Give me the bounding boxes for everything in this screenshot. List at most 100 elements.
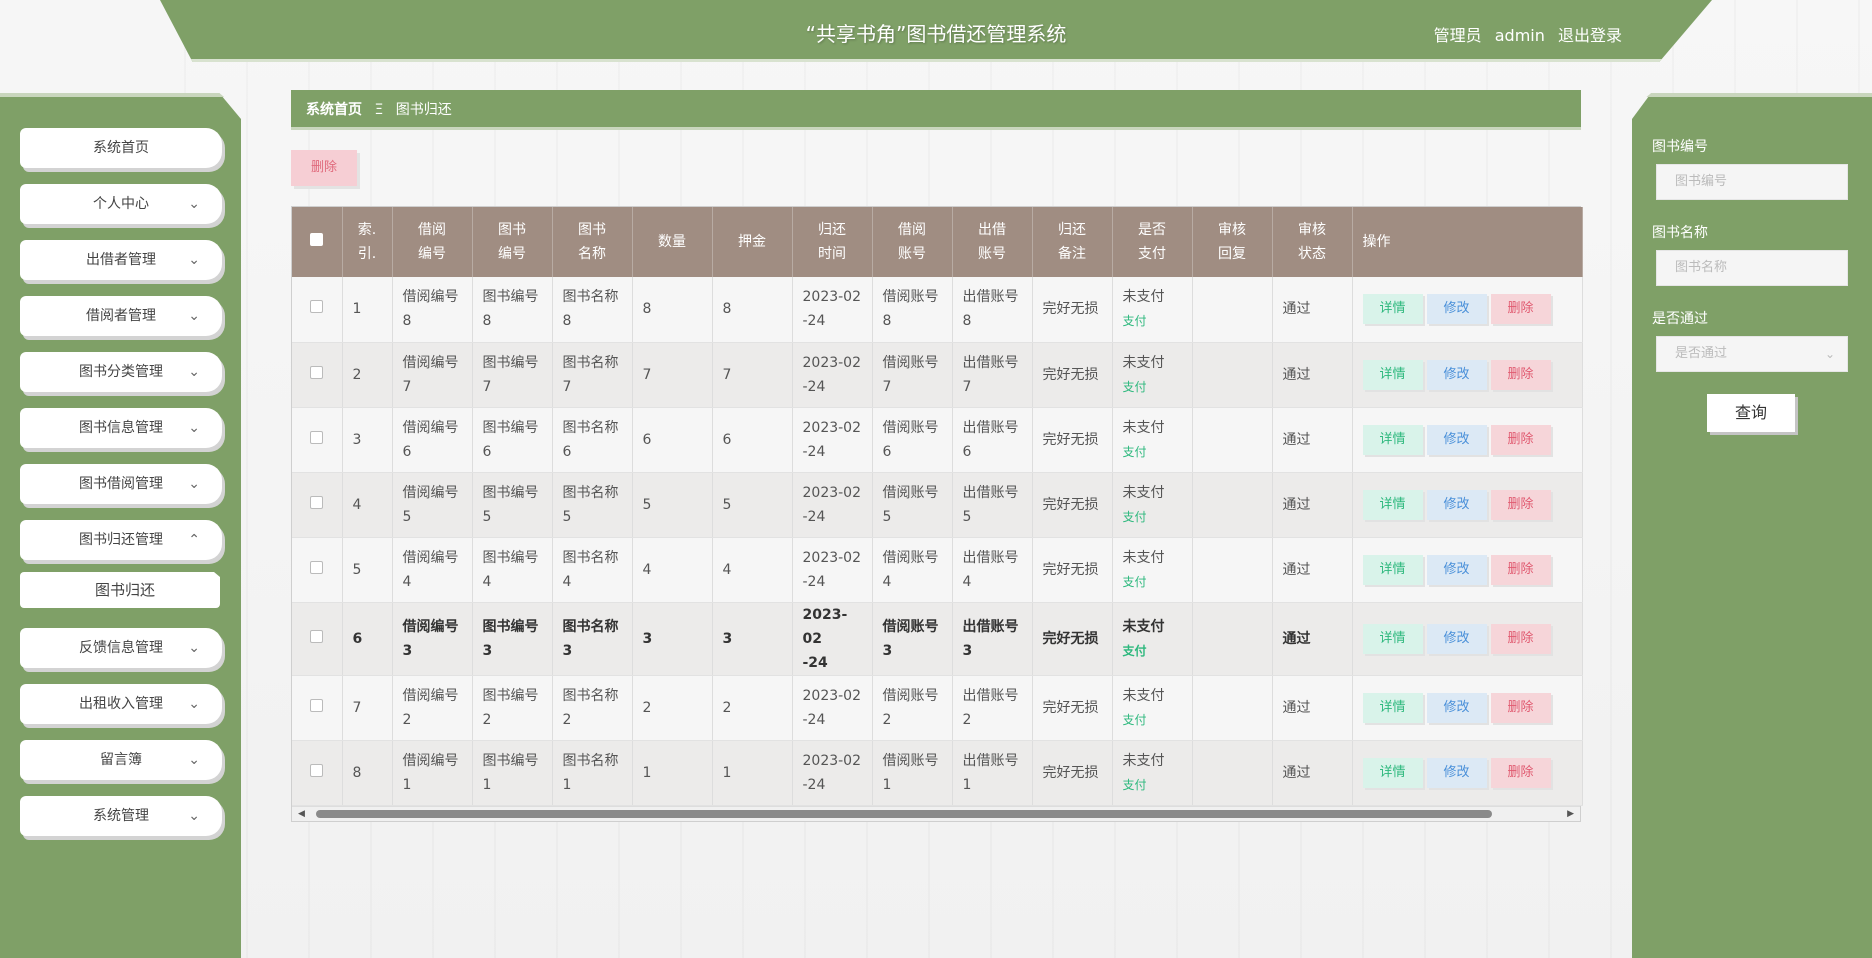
pay-link[interactable]: 支付 [1123, 375, 1182, 399]
sidebar-subitem-book-return[interactable]: 图书归还 [20, 572, 220, 608]
table-cell: 完好无损 [1032, 277, 1113, 343]
edit-button[interactable]: 修改 [1426, 424, 1487, 455]
sidebar-item-system[interactable]: 系统管理 ⌄ [20, 796, 222, 836]
detail-button[interactable]: 详情 [1362, 757, 1423, 788]
row-checkbox-cell[interactable] [292, 537, 343, 603]
table-row: 6 借阅编号 3 图书编号 3 图书名称 3 3 3 2023-02 -24 借阅账号 3 出借账号 3 完好… [292, 602, 1583, 676]
row-checkbox-cell[interactable] [292, 277, 343, 343]
row-checkbox[interactable] [310, 365, 324, 379]
sidebar-item-book-categories[interactable]: 图书分类管理 ⌄ [20, 352, 222, 392]
sidebar-item-profile[interactable]: 个人中心 ⌄ [20, 184, 222, 224]
edit-button[interactable]: 修改 [1426, 692, 1487, 723]
detail-button[interactable]: 详情 [1362, 554, 1423, 585]
sidebar-item-rental-income[interactable]: 出租收入管理 ⌄ [20, 684, 222, 724]
sidebar-item-label: 留言簿 [100, 752, 142, 768]
sidebar-item-book-return[interactable]: 图书归还管理 ⌃ [20, 520, 222, 560]
table-cell: 出借账号 2 [952, 675, 1033, 741]
header-user-area: 管理员 admin 退出登录 [1426, 22, 1622, 46]
breadcrumb-separator: Ξ [374, 102, 384, 118]
table-cell: 图书名称 6 [552, 407, 633, 473]
sidebar-item-borrowers[interactable]: 借阅者管理 ⌄ [20, 296, 222, 336]
delete-button[interactable]: 删除 [1490, 623, 1551, 654]
delete-button[interactable]: 删除 [1490, 424, 1551, 455]
row-checkbox-cell[interactable] [292, 675, 343, 741]
detail-button[interactable]: 详情 [1362, 489, 1423, 520]
row-checkbox-cell[interactable] [292, 407, 343, 473]
edit-button[interactable]: 修改 [1426, 489, 1487, 520]
delete-button[interactable]: 删除 [1490, 757, 1551, 788]
horizontal-scrollbar[interactable]: ◀ ▶ [292, 805, 1580, 822]
cell-reply [1192, 537, 1273, 603]
row-checkbox[interactable] [310, 495, 324, 509]
pay-link[interactable]: 支付 [1123, 773, 1182, 797]
delete-button[interactable]: 删除 [1490, 692, 1551, 723]
cell-paid: 未支付 支付 [1112, 407, 1193, 473]
table-cell: 出借账号 6 [952, 407, 1033, 473]
edit-button[interactable]: 修改 [1426, 294, 1487, 325]
pay-link[interactable]: 支付 [1123, 309, 1182, 333]
table-cell: 借阅编号 3 [392, 602, 473, 676]
book-no-input[interactable]: 图书编号 [1656, 164, 1848, 200]
pay-link[interactable]: 支付 [1123, 505, 1182, 529]
book-name-input[interactable]: 图书名称 [1656, 250, 1848, 286]
table-cell: 借阅编号 8 [392, 277, 473, 343]
chevron-down-icon: ⌄ [188, 252, 200, 268]
table-cell: 出借账号 1 [952, 740, 1033, 806]
row-checkbox-cell[interactable] [292, 342, 343, 408]
pay-link[interactable]: 支付 [1123, 639, 1182, 663]
detail-button[interactable]: 详情 [1362, 623, 1423, 654]
edit-button[interactable]: 修改 [1426, 554, 1487, 585]
user-role: 管理员 [1433, 26, 1482, 45]
scroll-left-icon[interactable]: ◀ [298, 807, 305, 822]
select-all-checkbox[interactable] [310, 233, 324, 246]
edit-button[interactable]: 修改 [1426, 757, 1487, 788]
pay-link[interactable]: 支付 [1123, 570, 1182, 594]
search-button[interactable]: 查询 [1707, 394, 1795, 432]
row-checkbox[interactable] [310, 629, 324, 643]
sidebar-item-lenders[interactable]: 出借者管理 ⌄ [20, 240, 222, 280]
row-checkbox[interactable] [310, 430, 324, 444]
row-checkbox[interactable] [310, 560, 324, 574]
table-cell: 出借账号 5 [952, 472, 1033, 538]
cell-reply [1192, 740, 1273, 806]
row-checkbox-cell[interactable] [292, 472, 343, 538]
delete-button[interactable]: 删除 [1490, 554, 1551, 585]
row-checkbox-cell[interactable] [292, 602, 343, 676]
delete-button[interactable]: 删除 [1490, 489, 1551, 520]
cell-status: 通过 [1272, 602, 1353, 676]
detail-button[interactable]: 详情 [1362, 359, 1423, 390]
row-checkbox[interactable] [310, 763, 324, 777]
cell-status: 通过 [1272, 472, 1353, 538]
edit-button[interactable]: 修改 [1426, 623, 1487, 654]
bulk-delete-button[interactable]: 删除 [291, 150, 357, 186]
detail-button[interactable]: 详情 [1362, 692, 1423, 723]
sidebar-item-feedback[interactable]: 反馈信息管理 ⌄ [20, 628, 222, 668]
row-checkbox[interactable] [310, 698, 324, 712]
pay-link[interactable]: 支付 [1123, 708, 1182, 732]
corner-panel [0, 0, 180, 95]
edit-button[interactable]: 修改 [1426, 359, 1487, 390]
delete-button[interactable]: 删除 [1490, 359, 1551, 390]
table-cell: 借阅编号 2 [392, 675, 473, 741]
logout-link[interactable]: 退出登录 [1558, 26, 1622, 45]
sidebar-item-book-info[interactable]: 图书信息管理 ⌄ [20, 408, 222, 448]
approved-select[interactable]: 是否通过 ⌄ [1656, 336, 1848, 372]
scroll-right-icon[interactable]: ▶ [1567, 807, 1574, 822]
row-checkbox[interactable] [310, 300, 324, 314]
sidebar-item-guestbook[interactable]: 留言簿 ⌄ [20, 740, 222, 780]
chevron-down-icon: ⌄ [1824, 347, 1835, 361]
table-cell: 出借账号 3 [952, 602, 1033, 676]
delete-button[interactable]: 删除 [1490, 294, 1551, 325]
sidebar-item-book-borrowing[interactable]: 图书借阅管理 ⌄ [20, 464, 222, 504]
header-checkbox-cell[interactable] [292, 207, 343, 277]
pay-link[interactable]: 支付 [1123, 440, 1182, 464]
detail-button[interactable]: 详情 [1362, 424, 1423, 455]
breadcrumb-home[interactable]: 系统首页 [306, 102, 362, 118]
row-checkbox-cell[interactable] [292, 740, 343, 806]
scrollbar-thumb[interactable] [316, 809, 1492, 818]
sidebar-item-home[interactable]: 系统首页 [20, 128, 222, 168]
detail-button[interactable]: 详情 [1362, 294, 1423, 325]
sidebar-item-label: 图书归还管理 [79, 532, 163, 548]
table-cell: 图书编号 7 [472, 342, 553, 408]
cell-reply [1192, 602, 1273, 676]
